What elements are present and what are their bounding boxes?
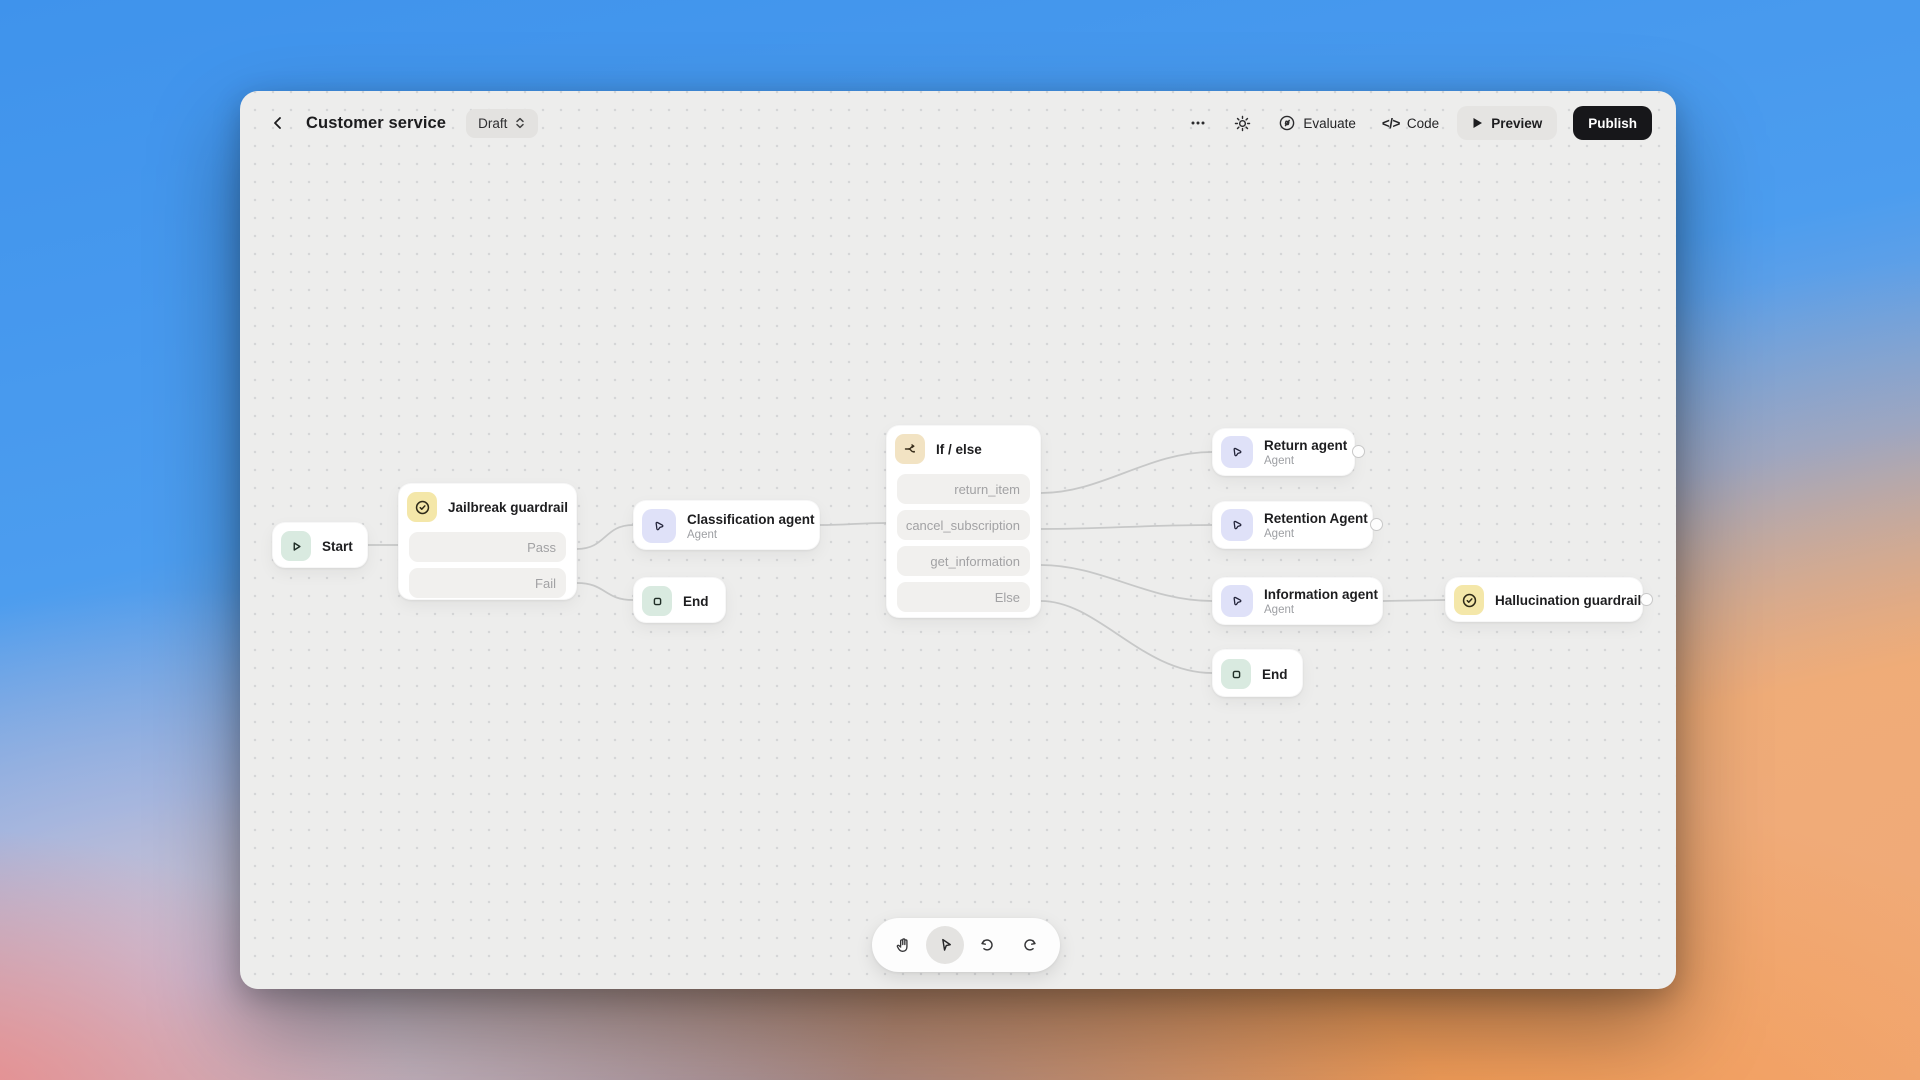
stop-square-icon — [642, 586, 672, 616]
preview-label: Preview — [1491, 116, 1542, 131]
code-label: Code — [1407, 116, 1439, 131]
output-port[interactable] — [1370, 518, 1383, 531]
agent-cursor-icon — [642, 509, 676, 543]
node-subtitle: Agent — [1264, 528, 1368, 540]
node-retention-agent[interactable]: Retention Agent Agent — [1212, 501, 1373, 549]
node-title: Jailbreak guardrail — [448, 500, 568, 515]
branch-get-information[interactable]: get_information — [897, 546, 1030, 576]
status-label: Draft — [478, 116, 507, 131]
gear-icon — [1233, 114, 1252, 133]
guardrail-check-icon — [407, 492, 437, 522]
node-end-lower[interactable]: End — [1212, 649, 1303, 697]
publish-button[interactable]: Publish — [1573, 106, 1652, 140]
evaluate-button[interactable]: Evaluate — [1270, 107, 1364, 139]
output-port[interactable] — [1352, 445, 1365, 458]
node-title: Return agent — [1264, 438, 1347, 453]
code-icon: </> — [1382, 116, 1400, 131]
app-window: Start Jailbreak guardrail Pass Fail — [240, 91, 1676, 989]
pan-tool-button[interactable] — [884, 926, 922, 964]
evaluate-label: Evaluate — [1303, 116, 1356, 131]
play-icon — [1472, 117, 1483, 129]
node-title: Information agent — [1264, 587, 1378, 602]
status-dropdown[interactable]: Draft — [466, 109, 538, 138]
page-title: Customer service — [306, 114, 446, 133]
more-options-button[interactable] — [1181, 107, 1215, 139]
node-start[interactable]: Start — [272, 522, 368, 568]
publish-label: Publish — [1588, 116, 1637, 131]
preview-button[interactable]: Preview — [1457, 106, 1557, 140]
ellipsis-icon — [1189, 114, 1207, 132]
agent-cursor-icon — [1221, 509, 1253, 541]
header: Customer service Draft Evaluate </> Code — [240, 91, 1676, 155]
output-port[interactable] — [1640, 593, 1653, 606]
back-button[interactable] — [264, 109, 292, 137]
branch-cancel-subscription[interactable]: cancel_subscription — [897, 510, 1030, 540]
redo-icon — [1020, 936, 1039, 955]
stop-square-icon — [1221, 659, 1251, 689]
node-title: If / else — [936, 442, 982, 457]
node-return-agent[interactable]: Return agent Agent — [1212, 428, 1355, 476]
undo-icon — [978, 936, 997, 955]
canvas-toolbar — [872, 918, 1060, 972]
branch-else[interactable]: Else — [897, 582, 1030, 612]
guardrail-check-icon — [1454, 585, 1484, 615]
node-hallucination-guardrail[interactable]: Hallucination guardrail — [1445, 577, 1643, 622]
agent-cursor-icon — [1221, 585, 1253, 617]
node-title: Start — [322, 539, 353, 554]
chevron-left-icon — [270, 115, 286, 131]
settings-button[interactable] — [1225, 107, 1260, 139]
node-jailbreak-guardrail[interactable]: Jailbreak guardrail Pass Fail — [398, 483, 577, 600]
undo-button[interactable] — [968, 926, 1006, 964]
node-title: End — [1262, 667, 1288, 682]
hand-icon — [894, 936, 913, 955]
branch-return-item[interactable]: return_item — [897, 474, 1030, 504]
play-icon — [281, 531, 311, 561]
select-tool-button[interactable] — [926, 926, 964, 964]
branch-pass[interactable]: Pass — [409, 532, 566, 562]
canvas[interactable]: Start Jailbreak guardrail Pass Fail — [240, 91, 1676, 989]
branch-fail[interactable]: Fail — [409, 568, 566, 598]
code-button[interactable]: </> Code — [1374, 107, 1447, 139]
branch-split-icon — [895, 434, 925, 464]
node-title: End — [683, 594, 709, 609]
chevron-up-down-icon — [514, 116, 526, 130]
node-subtitle: Agent — [1264, 604, 1378, 616]
agent-cursor-icon — [1221, 436, 1253, 468]
evaluate-icon — [1278, 114, 1296, 132]
node-subtitle: Agent — [1264, 455, 1347, 467]
node-if-else[interactable]: If / else return_item cancel_subscriptio… — [886, 425, 1041, 618]
node-subtitle: Agent — [687, 529, 815, 541]
cursor-icon — [936, 936, 955, 955]
node-information-agent[interactable]: Information agent Agent — [1212, 577, 1383, 625]
node-end-upper[interactable]: End — [633, 577, 726, 623]
node-title: Retention Agent — [1264, 511, 1368, 526]
node-title: Classification agent — [687, 512, 815, 527]
node-title: Hallucination guardrail — [1495, 593, 1641, 608]
node-classification-agent[interactable]: Classification agent Agent — [633, 500, 820, 550]
redo-button[interactable] — [1010, 926, 1048, 964]
